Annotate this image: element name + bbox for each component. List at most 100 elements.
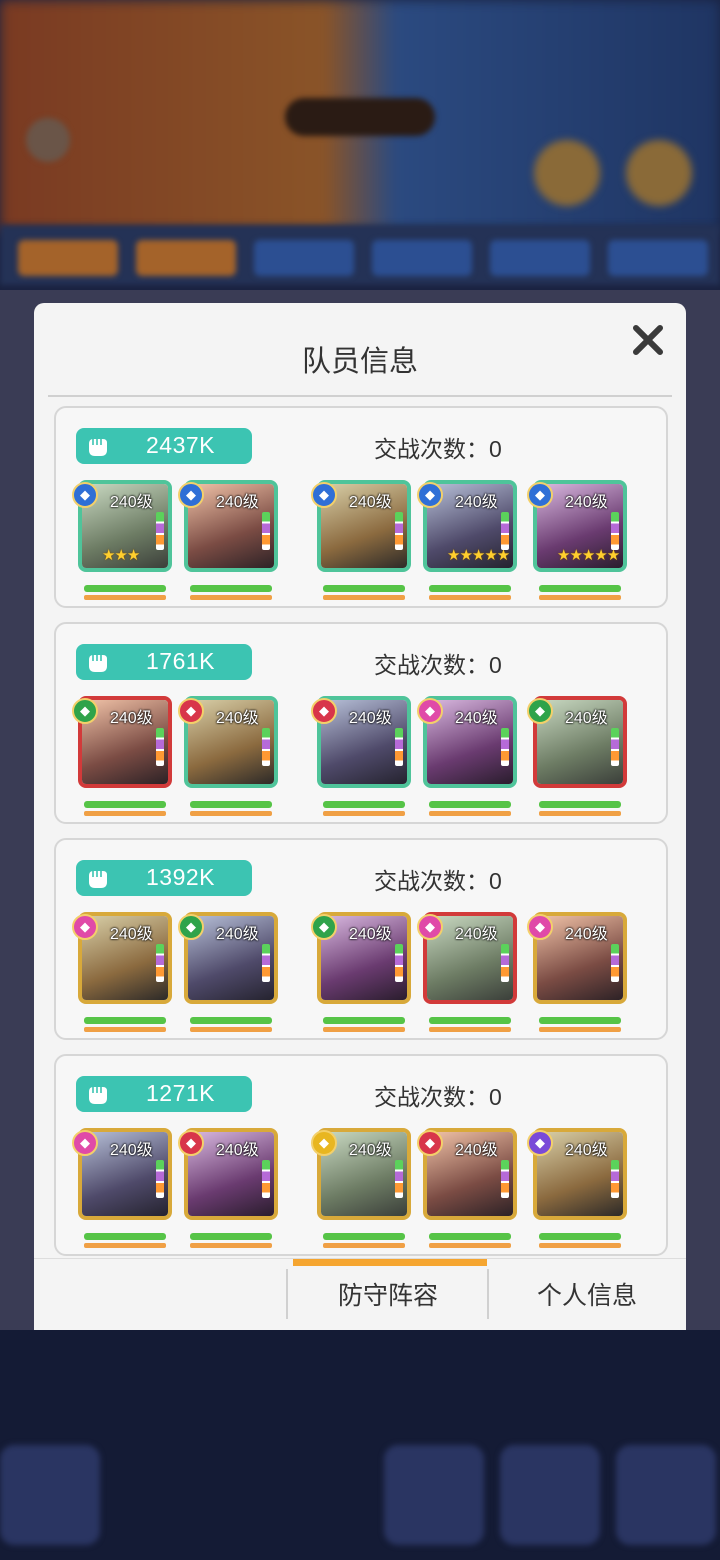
background-footer-button xyxy=(384,1445,484,1545)
tab-defense-lineup[interactable]: 防守阵容 xyxy=(288,1259,488,1330)
faction-green-icon: ◆ xyxy=(178,914,204,940)
power-badge: 1392K xyxy=(76,860,252,896)
hero-level: 240级 xyxy=(565,1142,608,1159)
hero-hp-bar xyxy=(84,585,166,592)
rank-bar-icon xyxy=(262,1160,270,1198)
hero-hp-bar xyxy=(323,1017,405,1024)
hero-hp-bar xyxy=(429,585,511,592)
rank-bar-icon xyxy=(395,1160,403,1198)
rank-bar-icon xyxy=(501,1160,509,1198)
background-tab xyxy=(372,240,472,276)
hero-hp-bar xyxy=(190,1233,272,1240)
hero-level: 240级 xyxy=(455,926,498,943)
hero-hp-bar xyxy=(539,1233,621,1240)
hero-hp-bar xyxy=(190,1017,272,1024)
hero-energy-bar xyxy=(429,1243,511,1248)
hero-energy-bar xyxy=(539,811,621,816)
background-button xyxy=(26,118,70,162)
team-list[interactable]: 2437K 交战次数：0 240级 ★★★ ◆ 240级 ◆ 240级 ◆ 240级 ★★★★★ ◆ 2… xyxy=(34,398,686,1260)
faction-green-icon: ◆ xyxy=(527,698,553,724)
rank-bar-icon xyxy=(262,512,270,550)
hero-stars: ★★★★★ xyxy=(557,547,620,564)
faction-green-icon: ◆ xyxy=(72,698,98,724)
battle-count-value: 0 xyxy=(489,1084,502,1110)
hero-level: 240级 xyxy=(455,710,498,727)
rank-bar-icon xyxy=(611,512,619,550)
rank-bar-icon xyxy=(501,512,509,550)
hero-hp-bar xyxy=(539,801,621,808)
hero-hp-bar xyxy=(84,801,166,808)
battle-count-label: 交战次数： xyxy=(374,868,489,894)
rank-bar-icon xyxy=(611,1160,619,1198)
faction-blue-icon: ◆ xyxy=(178,482,204,508)
hero-hp-bar xyxy=(84,1233,166,1240)
faction-pink-icon: ◆ xyxy=(417,914,443,940)
background-tab xyxy=(254,240,354,276)
hero-level: 240级 xyxy=(110,926,153,943)
battle-count: 交战次数：0 xyxy=(374,1078,502,1112)
close-button[interactable] xyxy=(628,320,668,360)
hero-hp-bar xyxy=(190,801,272,808)
team-card: 1271K 交战次数：0 240级 ◆ 240级 ◆ 240级 ◆ 240级 ◆ 240级 ◆ xyxy=(54,1054,668,1256)
hero-level: 240级 xyxy=(455,494,498,511)
tab-personal-info[interactable]: 个人信息 xyxy=(488,1259,686,1330)
hero-energy-bar xyxy=(429,595,511,600)
battle-count: 交战次数：0 xyxy=(374,430,502,464)
faction-red-icon: ◆ xyxy=(178,1130,204,1156)
hero-level: 240级 xyxy=(349,494,392,511)
hero-energy-bar xyxy=(190,595,272,600)
faction-blue-icon: ◆ xyxy=(527,482,553,508)
team-card: 1392K 交战次数：0 240级 ◆ 240级 ◆ 240级 ◆ 240级 ◆ 240级 ◆ xyxy=(54,838,668,1040)
hero-energy-bar xyxy=(323,1243,405,1248)
rank-bar-icon xyxy=(611,728,619,766)
hero-level: 240级 xyxy=(565,926,608,943)
rank-bar-icon xyxy=(156,512,164,550)
hero-level: 240级 xyxy=(455,1142,498,1159)
team-power: 2437K xyxy=(146,432,216,458)
hero-hp-bar xyxy=(539,1017,621,1024)
hero-energy-bar xyxy=(429,811,511,816)
fist-icon xyxy=(89,439,107,456)
background-tab xyxy=(490,240,590,276)
faction-pink-icon: ◆ xyxy=(417,698,443,724)
battle-count-value: 0 xyxy=(489,652,502,678)
team-power: 1271K xyxy=(146,1080,216,1106)
rank-bar-icon xyxy=(395,512,403,550)
hero-energy-bar xyxy=(323,595,405,600)
hero-hp-bar xyxy=(429,1017,511,1024)
background-footer-button xyxy=(500,1445,600,1545)
background-footer-button xyxy=(616,1445,716,1545)
hero-hp-bar xyxy=(323,801,405,808)
hero-energy-bar xyxy=(84,1027,166,1032)
hero-energy-bar xyxy=(84,811,166,816)
rank-bar-icon xyxy=(501,728,509,766)
hero-hp-bar xyxy=(190,585,272,592)
fist-icon xyxy=(89,1087,107,1104)
background-avatar xyxy=(626,140,692,206)
battle-count-value: 0 xyxy=(489,868,502,894)
faction-purple-icon: ◆ xyxy=(527,1130,553,1156)
hero-energy-bar xyxy=(323,811,405,816)
rank-bar-icon xyxy=(156,1160,164,1198)
faction-red-icon: ◆ xyxy=(311,698,337,724)
rank-bar-icon xyxy=(611,944,619,982)
hero-stars: ★★★★★ xyxy=(447,547,510,564)
faction-pink-icon: ◆ xyxy=(72,914,98,940)
hero-level: 240级 xyxy=(349,926,392,943)
dialog-title: 队员信息 xyxy=(301,346,418,378)
team-card: 1761K 交战次数：0 240级 ◆ 240级 ◆ 240级 ◆ 240级 ◆ 240级 ◆ xyxy=(54,622,668,824)
background-footer-button xyxy=(0,1445,100,1545)
background-avatar xyxy=(534,140,600,206)
hero-level: 240级 xyxy=(110,710,153,727)
hero-level: 240级 xyxy=(349,1142,392,1159)
faction-gold-icon: ◆ xyxy=(311,1130,337,1156)
hero-hp-bar xyxy=(323,1233,405,1240)
rank-bar-icon xyxy=(156,728,164,766)
background-footer xyxy=(0,1330,720,1560)
faction-pink-icon: ◆ xyxy=(527,914,553,940)
team-power: 1761K xyxy=(146,648,216,674)
background-banner xyxy=(285,98,435,136)
team-card: 2437K 交战次数：0 240级 ★★★ ◆ 240级 ◆ 240级 ◆ 240级 ★★★★★ ◆ 2… xyxy=(54,406,668,608)
power-badge: 1761K xyxy=(76,644,252,680)
background-tab xyxy=(136,240,236,276)
